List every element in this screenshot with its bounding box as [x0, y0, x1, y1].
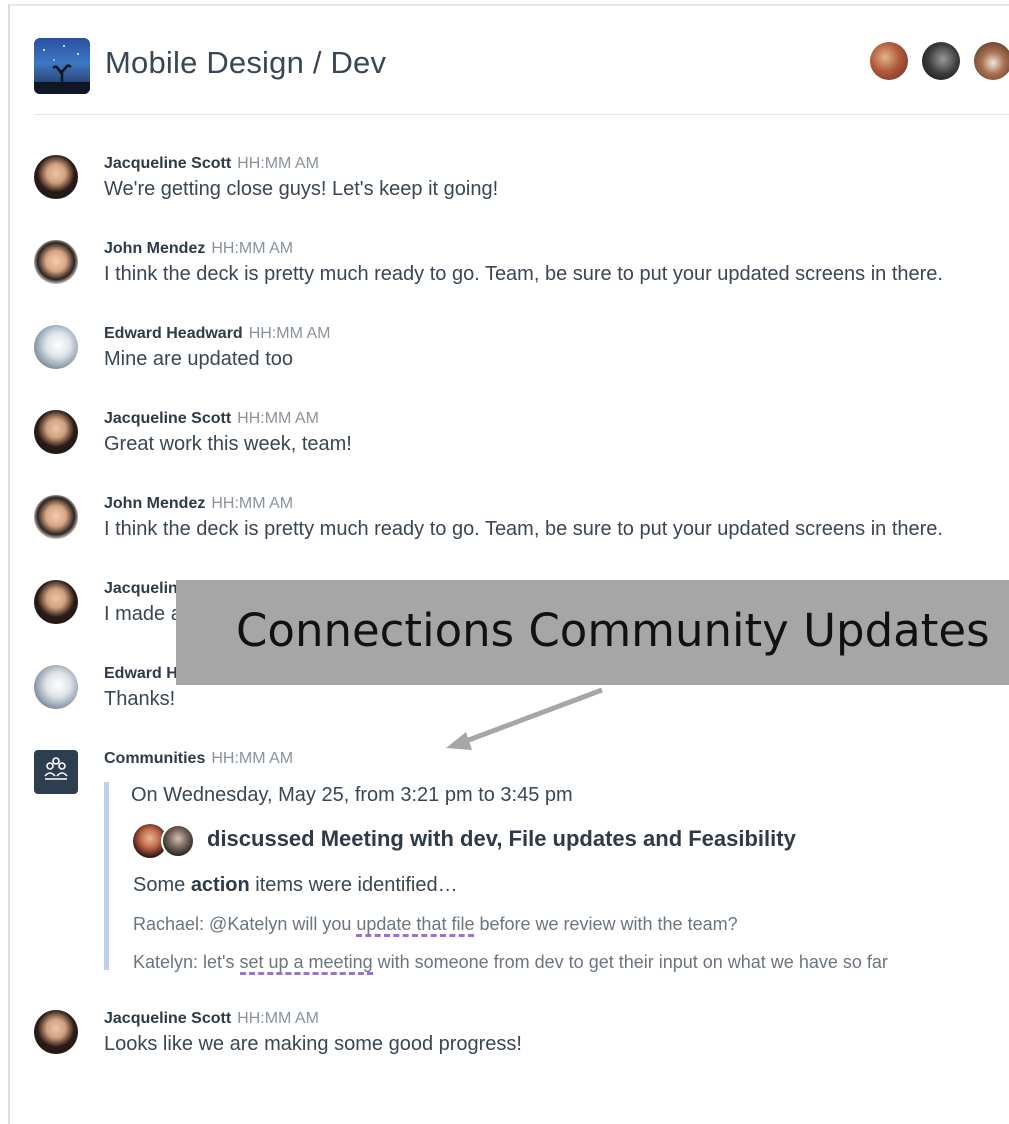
member-avatar[interactable]	[922, 42, 960, 80]
avatar[interactable]	[34, 155, 78, 199]
message-text: I think the deck is pretty much ready to…	[104, 263, 943, 285]
meeting-topics[interactable]: discussed Meeting with dev, File updates…	[207, 826, 796, 852]
sender-name[interactable]: John Mendez	[104, 495, 205, 512]
avatar[interactable]	[34, 240, 78, 284]
avatar[interactable]	[34, 410, 78, 454]
sender-name[interactable]: Jacqueline Scott	[104, 1010, 231, 1027]
meeting-summary-card: On Wednesday, May 25, from 3:21 pm to 3:…	[104, 782, 989, 975]
message: Jacqueline Scott HH:MM AM Looks like we a…	[34, 1010, 1004, 1062]
member-avatar[interactable]	[974, 42, 1009, 80]
message: John Mendez HH:MM AM I think the deck is …	[34, 495, 1004, 547]
avatar[interactable]	[34, 665, 78, 709]
message: Edward Headward HH:MM AM Mine are updated…	[34, 325, 1004, 377]
night-sky-tree-icon[interactable]	[34, 38, 90, 94]
timestamp: HH:MM AM	[248, 325, 331, 342]
timestamp: HH:MM AM	[211, 240, 294, 257]
avatar[interactable]	[34, 325, 78, 369]
action-items-summary: Some action items were identified…	[133, 874, 458, 896]
message-text: I think the deck is pretty much ready to…	[104, 518, 943, 540]
sender-name[interactable]: Communities	[104, 750, 205, 767]
sender-name[interactable]: Edward H	[104, 665, 178, 682]
sender-name[interactable]: Edward Headward	[104, 325, 243, 342]
member-avatar[interactable]	[870, 42, 908, 80]
avatar[interactable]	[34, 580, 78, 624]
message-text: I made a	[104, 603, 182, 625]
community-update-message: Communities HH:MM AM On Wednesday, May 25…	[34, 750, 1004, 980]
message: Jacqueline Scott HH:MM AM We're getting c…	[34, 155, 1004, 207]
message-text: Mine are updated too	[104, 348, 294, 370]
annotation-arrow	[446, 687, 603, 750]
avatar[interactable]	[161, 824, 195, 858]
sender-name[interactable]: Jacqueline Scott	[104, 410, 231, 427]
meeting-date-range: On Wednesday, May 25, from 3:21 pm to 3:…	[131, 784, 573, 806]
action-item-highlight[interactable]: update that file	[356, 914, 475, 937]
timestamp: HH:MM AM	[211, 495, 294, 512]
timestamp: HH:MM AM	[237, 155, 319, 172]
action-item-highlight[interactable]: set up a meeting	[239, 952, 373, 975]
message-text: We're getting close guys! Let's keep it …	[104, 178, 499, 200]
annotation-label: Connections Community Updates	[236, 604, 990, 657]
message: Jacqueline Scott HH:MM AM Great work this…	[34, 410, 1004, 462]
message-text: Great work this week, team!	[104, 433, 352, 455]
timestamp: HH:MM AM	[237, 410, 319, 427]
timestamp: HH:MM AM	[211, 750, 294, 767]
participant-avatars[interactable]	[133, 824, 197, 858]
annotation-overlay: Connections Community Updates	[176, 580, 1009, 685]
quote-rachael: Rachael: @Katelyn will you update that f…	[133, 914, 738, 937]
message: John Mendez HH:MM AM I think the deck is …	[34, 240, 1004, 292]
sender-name[interactable]: Jacquelin	[104, 580, 178, 597]
message-text: Looks like we are making some good progr…	[104, 1033, 522, 1055]
room-title: Mobile Design / Dev	[105, 45, 387, 80]
communities-icon[interactable]	[34, 750, 78, 794]
message-text: Thanks!	[104, 688, 176, 710]
timestamp: HH:MM AM	[237, 1010, 319, 1027]
room-header: Mobile Design / Dev	[34, 36, 1009, 96]
avatar[interactable]	[34, 495, 78, 539]
avatar[interactable]	[34, 1010, 78, 1054]
sender-name[interactable]: John Mendez	[104, 240, 205, 257]
sender-name[interactable]: Jacqueline Scott	[104, 155, 231, 172]
header-divider	[34, 114, 1009, 115]
quote-katelyn: Katelyn: let's set up a meeting with som…	[133, 952, 888, 975]
